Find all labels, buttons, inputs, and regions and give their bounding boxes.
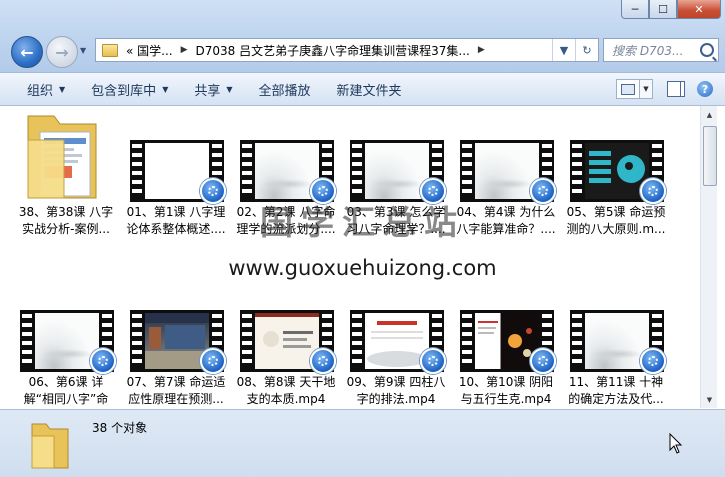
recent-pages-dropdown[interactable]: ▼ (80, 46, 86, 55)
search-input[interactable]: 搜索 D703... (603, 38, 719, 62)
item-label: 04、第4课 为什么八字能算准命？.... (456, 205, 556, 236)
folder-icon (27, 115, 97, 199)
refresh-icon[interactable]: ↻ (575, 39, 598, 61)
item-label: 10、第10课 阴阳与五行生克.mp4 (458, 375, 554, 406)
list-item[interactable]: 38、第38课 八字实战分析-案例... (12, 108, 120, 238)
scroll-thumb[interactable] (703, 126, 717, 186)
breadcrumb-root[interactable]: « 国学... (126, 42, 173, 59)
arrow-left-icon: ← (20, 42, 34, 62)
share-menu[interactable]: 共享 ▼ (187, 76, 239, 102)
item-label: 05、第5课 命运预测的八大原则.m... (566, 205, 666, 236)
file-list[interactable]: 38、第38课 八字实战分析-案例... 01、第1课 八字理论体系整体概述..… (0, 106, 700, 408)
search-placeholder: 搜索 D703... (612, 43, 684, 58)
item-label: 38、第38课 八字实战分析-案例... (18, 205, 114, 236)
media-player-icon (530, 178, 556, 204)
back-button[interactable]: ← (11, 36, 43, 68)
item-label: 03、第3课 怎么学习八字命理学？.... (346, 205, 446, 236)
command-bar: 组织 ▼ 包含到库中 ▼ 共享 ▼ 全部播放 新建文件夹 ▼ ? (0, 73, 725, 106)
details-pane: 38 个对象 (0, 409, 725, 477)
media-player-icon (200, 348, 226, 374)
item-count: 38 个对象 (92, 421, 148, 435)
change-view-button[interactable] (616, 79, 640, 99)
list-item[interactable]: 10、第10课 阴阳与五行生克.mp4 (452, 278, 560, 408)
item-label: 01、第1课 八字理论体系整体概述.... (126, 205, 226, 236)
view-icon (621, 83, 635, 95)
preview-pane-icon[interactable] (667, 81, 685, 97)
play-all-button[interactable]: 全部播放 (252, 76, 318, 102)
list-item[interactable]: 09、第9课 四柱八字的排法.mp4 (342, 278, 450, 408)
media-player-icon (420, 178, 446, 204)
media-player-icon (640, 178, 666, 204)
list-item[interactable]: 04、第4课 为什么八字能算准命？.... (452, 108, 560, 238)
window-controls: ─ ☐ ✕ (621, 0, 721, 19)
mouse-cursor-icon (669, 433, 683, 454)
include-library-menu[interactable]: 包含到库中 ▼ (84, 76, 175, 102)
list-item[interactable]: 06、第6课 详解“相同八字”命运... (12, 278, 120, 408)
chevron-right-icon[interactable]: ▶ (478, 45, 485, 55)
list-item[interactable]: 02、第2课 八字命理学的流派划分.... (232, 108, 340, 238)
media-player-icon (200, 178, 226, 204)
new-folder-button[interactable]: 新建文件夹 (330, 76, 409, 102)
media-player-icon (530, 348, 556, 374)
item-label: 07、第7课 命运适应性原理在预测... (126, 375, 226, 406)
title-bar: ─ ☐ ✕ ← → ▼ « 国学... ▶ D7038 吕文艺弟子庚鑫八字命理集… (0, 0, 725, 73)
maximize-button[interactable]: ☐ (649, 0, 677, 19)
minimize-button[interactable]: ─ (621, 0, 649, 19)
view-options-dropdown[interactable]: ▼ (640, 79, 653, 99)
share-label: 共享 (194, 83, 221, 99)
organize-menu[interactable]: 组织 ▼ (20, 76, 72, 102)
address-bar[interactable]: « 国学... ▶ D7038 吕文艺弟子庚鑫八字命理集训营课程37集... ▶… (95, 38, 599, 62)
list-item[interactable]: 07、第7课 命运适应性原理在预测... (122, 278, 230, 408)
scroll-up-icon[interactable]: ▲ (703, 108, 716, 121)
chevron-right-icon[interactable]: ▶ (181, 45, 188, 55)
forward-button[interactable]: → (46, 36, 78, 68)
organize-label: 组织 (27, 83, 54, 99)
breadcrumb-current[interactable]: D7038 吕文艺弟子庚鑫八字命理集训营课程37集... (196, 42, 470, 59)
item-label: 02、第2课 八字命理学的流派划分.... (236, 205, 336, 236)
item-label: 08、第8课 天干地支的本质.mp4 (236, 375, 336, 406)
list-item[interactable]: 11、第11课 十神的确定方法及代... (562, 278, 670, 408)
folder-icon (31, 423, 69, 469)
window-border (717, 106, 725, 408)
help-icon[interactable]: ? (697, 81, 713, 97)
vertical-scrollbar[interactable]: ▲ ▼ (700, 106, 718, 408)
arrow-right-icon: → (55, 42, 69, 62)
media-player-icon (90, 348, 116, 374)
media-player-icon (310, 178, 336, 204)
include-library-label: 包含到库中 (91, 83, 157, 99)
item-label: 11、第11课 十神的确定方法及代... (568, 375, 664, 406)
chevron-down-icon: ▼ (162, 84, 169, 94)
media-player-icon (420, 348, 446, 374)
new-folder-label: 新建文件夹 (336, 83, 402, 99)
item-label: 09、第9课 四柱八字的排法.mp4 (346, 375, 446, 406)
folder-icon (102, 43, 118, 57)
close-button[interactable]: ✕ (677, 0, 721, 19)
list-item[interactable]: 08、第8课 天干地支的本质.mp4 (232, 278, 340, 408)
item-label: 06、第6课 详解“相同八字”命运... (23, 375, 109, 406)
list-item[interactable]: 05、第5课 命运预测的八大原则.m... (562, 108, 670, 238)
search-icon[interactable] (700, 43, 714, 57)
list-item[interactable]: 01、第1课 八字理论体系整体概述.... (122, 108, 230, 238)
media-player-icon (640, 348, 666, 374)
list-item[interactable]: 03、第3课 怎么学习八字命理学？.... (342, 108, 450, 238)
play-all-label: 全部播放 (258, 83, 311, 99)
chevron-down-icon: ▼ (226, 84, 233, 94)
media-player-icon (310, 348, 336, 374)
scroll-down-icon[interactable]: ▼ (703, 393, 716, 406)
chevron-down-icon: ▼ (59, 84, 66, 94)
chevron-down-icon[interactable]: ▼ (552, 39, 575, 61)
